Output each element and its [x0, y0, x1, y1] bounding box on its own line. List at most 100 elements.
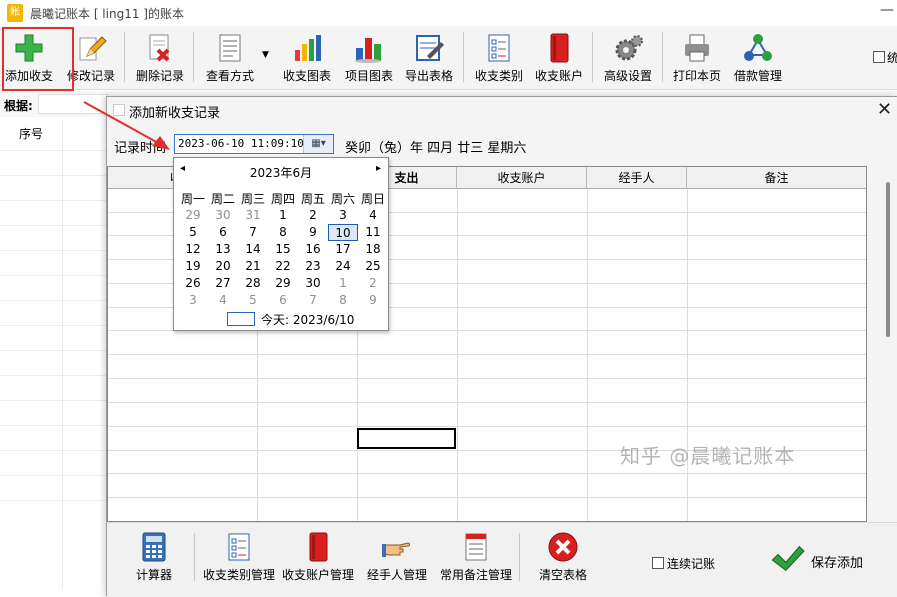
- calendar-day-other-month[interactable]: 5: [238, 292, 268, 309]
- basis-input[interactable]: [38, 94, 108, 114]
- account-management-button[interactable]: 收支账户管理: [281, 531, 355, 583]
- calendar-day-other-month[interactable]: 7: [298, 292, 328, 309]
- print-page-button[interactable]: 打印本页: [670, 30, 724, 86]
- category-management-button[interactable]: 收支类别管理: [202, 531, 276, 583]
- calendar-day[interactable]: 26: [178, 275, 208, 292]
- calendar-day[interactable]: 1: [268, 207, 298, 224]
- toolbar-checkbox[interactable]: [873, 51, 885, 63]
- account-book-icon: [550, 33, 569, 63]
- scrollbar-thumb[interactable]: [886, 182, 890, 337]
- calendar-day[interactable]: 10: [328, 224, 358, 241]
- income-chart-button[interactable]: 收支图表: [280, 30, 334, 86]
- edit-icon: [79, 36, 107, 61]
- dialog-title: 添加新收支记录: [129, 106, 221, 121]
- background-grid-line: [0, 300, 110, 301]
- today-link[interactable]: 今天: 2023/6/10: [261, 311, 354, 328]
- loan-management-button[interactable]: 借款管理: [731, 30, 785, 86]
- calendar-day-other-month[interactable]: 29: [178, 207, 208, 224]
- calendar-day[interactable]: 16: [298, 241, 328, 258]
- clear-table-button[interactable]: 清空表格: [535, 531, 591, 583]
- calendar-day[interactable]: 22: [268, 258, 298, 275]
- calendar-day-other-month[interactable]: 3: [178, 292, 208, 309]
- calendar-day[interactable]: 7: [238, 224, 268, 241]
- save-add-button[interactable]: 保存添加: [769, 541, 874, 577]
- view-mode-button[interactable]: 查看方式: [203, 30, 257, 86]
- active-cell[interactable]: [357, 428, 456, 449]
- calendar-day-other-month[interactable]: 6: [268, 292, 298, 309]
- weekday-header: 周日: [360, 192, 385, 206]
- calendar-day-other-month[interactable]: 4: [208, 292, 238, 309]
- calendar-day[interactable]: 4: [358, 207, 388, 224]
- calendar-day-other-month[interactable]: 30: [208, 207, 238, 224]
- calendar-day[interactable]: 3: [328, 207, 358, 224]
- calendar-day[interactable]: 27: [208, 275, 238, 292]
- calendar-day[interactable]: 17: [328, 241, 358, 258]
- calendar-day[interactable]: 2: [298, 207, 328, 224]
- table-row[interactable]: [108, 354, 866, 355]
- project-chart-button[interactable]: 项目图表: [342, 30, 396, 86]
- calendar-day[interactable]: 20: [208, 258, 238, 275]
- calendar-day[interactable]: 19: [178, 258, 208, 275]
- table-row[interactable]: [108, 378, 866, 379]
- calendar-month-title[interactable]: 2023年6月: [174, 164, 388, 181]
- continuous-entry-checkbox[interactable]: [652, 557, 664, 569]
- calendar-day[interactable]: 6: [208, 224, 238, 241]
- calendar-day[interactable]: 13: [208, 241, 238, 258]
- minimize-button[interactable]: —: [880, 2, 897, 22]
- export-table-label: 导出表格: [404, 69, 453, 83]
- toolbar-checkbox-label: 统: [887, 51, 897, 65]
- calendar-day[interactable]: 14: [238, 241, 268, 258]
- basis-label: 根据:: [4, 99, 33, 113]
- next-month-icon[interactable]: ▸: [376, 163, 381, 174]
- background-grid-line: [0, 475, 110, 476]
- calendar-day[interactable]: 23: [298, 258, 328, 275]
- calculator-button[interactable]: 计算器: [129, 531, 179, 583]
- advanced-settings-button[interactable]: 高级设置: [601, 30, 655, 86]
- calendar-day[interactable]: 29: [268, 275, 298, 292]
- calendar-day[interactable]: 5: [178, 224, 208, 241]
- category-icon: [228, 533, 250, 561]
- calculator-label: 计算器: [135, 568, 172, 582]
- bar-chart-icon: [295, 35, 321, 61]
- table-row[interactable]: [108, 473, 866, 474]
- loan-management-label: 借款管理: [733, 69, 782, 83]
- income-account-button[interactable]: 收支账户: [532, 30, 586, 86]
- calendar-day-other-month[interactable]: 9: [358, 292, 388, 309]
- close-icon[interactable]: ✕: [877, 99, 892, 120]
- delete-record-button[interactable]: 删除记录: [134, 30, 186, 86]
- app-logo-icon: 账: [7, 4, 23, 22]
- income-category-button[interactable]: 收支类别: [472, 30, 526, 86]
- calendar-day[interactable]: 8: [268, 224, 298, 241]
- handler-management-button[interactable]: 经手人管理: [365, 531, 429, 583]
- delete-icon: [149, 34, 170, 62]
- common-notes-button[interactable]: 常用备注管理: [439, 531, 513, 583]
- background-grid-line: [0, 450, 110, 451]
- pointing-hand-icon: [382, 542, 410, 557]
- calendar-day[interactable]: 25: [358, 258, 388, 275]
- calendar-dropdown-icon[interactable]: ▦▾: [303, 135, 333, 153]
- table-row[interactable]: [108, 497, 866, 498]
- calendar-day-other-month[interactable]: 2: [358, 275, 388, 292]
- project-chart-label: 项目图表: [344, 69, 393, 83]
- background-record-table: [0, 117, 110, 596]
- calendar-day[interactable]: 9: [298, 224, 328, 241]
- calendar-day-other-month[interactable]: 31: [238, 207, 268, 224]
- vertical-scrollbar[interactable]: [882, 182, 896, 522]
- calendar-day-other-month[interactable]: 8: [328, 292, 358, 309]
- export-table-button[interactable]: 导出表格: [402, 30, 456, 86]
- table-row[interactable]: [108, 402, 866, 403]
- calendar-day[interactable]: 28: [238, 275, 268, 292]
- table-row[interactable]: [108, 426, 866, 427]
- calendar-day[interactable]: 15: [268, 241, 298, 258]
- calendar-day[interactable]: 18: [358, 241, 388, 258]
- calendar-day[interactable]: 12: [178, 241, 208, 258]
- calendar-day[interactable]: 24: [328, 258, 358, 275]
- category-management-label: 收支类别管理: [202, 568, 275, 582]
- calendar-day-other-month[interactable]: 1: [328, 275, 358, 292]
- background-grid-line: [0, 350, 110, 351]
- calendar-day[interactable]: 21: [238, 258, 268, 275]
- view-mode-dropdown-icon[interactable]: ▼: [262, 50, 269, 60]
- record-datetime-picker[interactable]: 2023-06-10 11:09:10 ▦▾: [174, 134, 334, 154]
- calendar-day[interactable]: 30: [298, 275, 328, 292]
- calendar-day[interactable]: 11: [358, 224, 388, 241]
